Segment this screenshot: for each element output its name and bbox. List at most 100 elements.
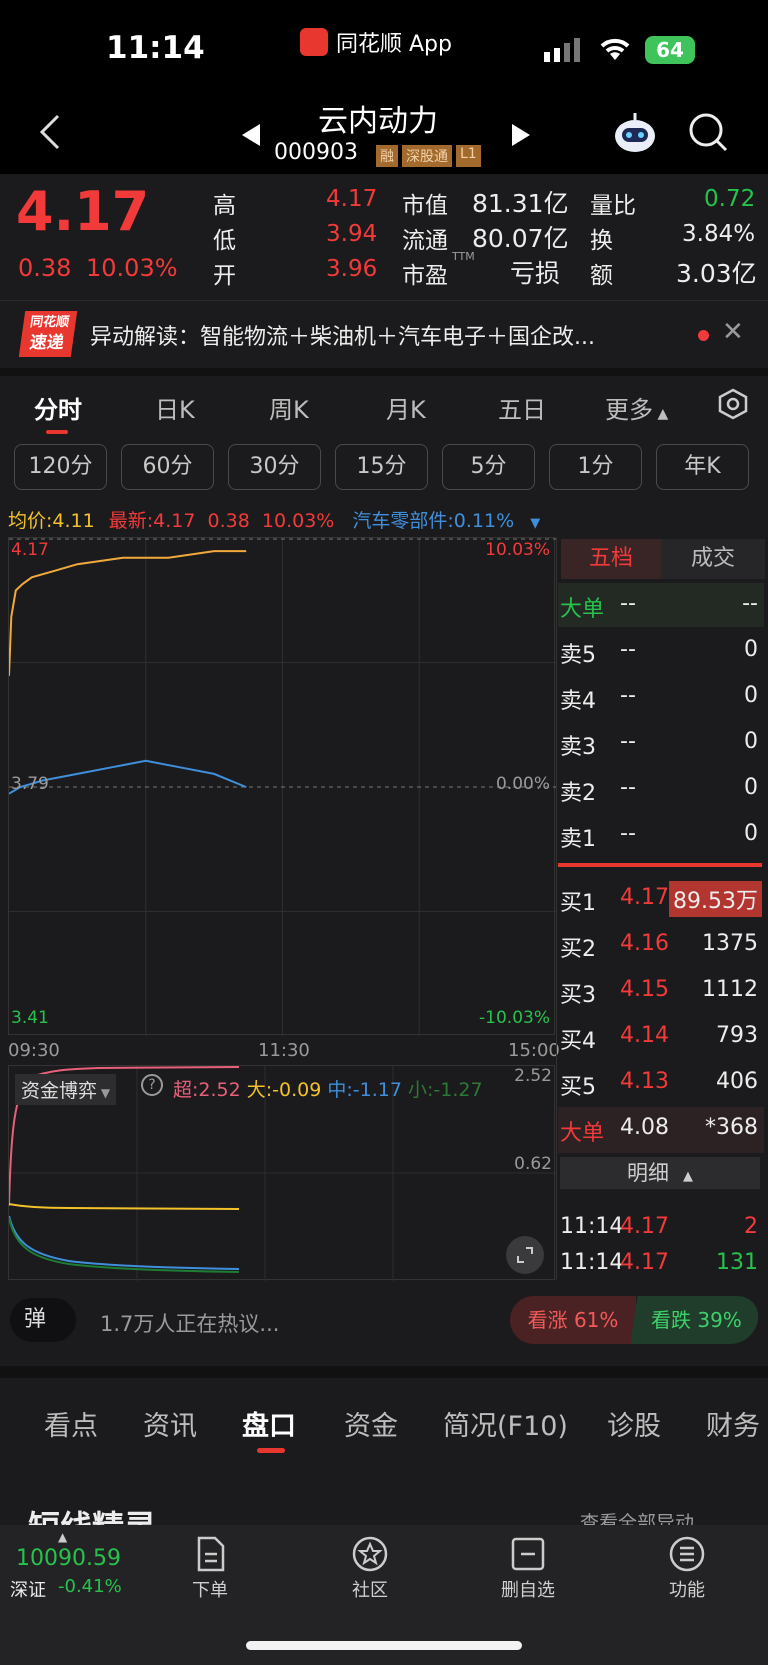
- capital-selector-label: 资金博弈: [21, 1080, 98, 1102]
- tab-more[interactable]: 更多 ▲: [605, 390, 668, 425]
- sector-label[interactable]: 汽车零部件:: [352, 510, 453, 532]
- data-point: [213, 773, 215, 775]
- nav-order[interactable]: 下单: [160, 1536, 260, 1602]
- period-year-k-button[interactable]: 年K: [656, 444, 749, 490]
- tab-weekly-k[interactable]: 周K: [269, 390, 309, 425]
- period-15min-button[interactable]: 15分: [335, 444, 428, 490]
- buy-row-4[interactable]: 买4 4.14 793: [558, 1015, 764, 1061]
- tab-diagnosis[interactable]: 诊股: [607, 1404, 661, 1443]
- index-up-arrow: ▲: [58, 1530, 68, 1544]
- buy-price: 4.14: [620, 1023, 669, 1048]
- stat-value-amount: 3.03亿: [676, 259, 757, 288]
- prev-stock-button[interactable]: [240, 122, 262, 152]
- tag-level: L1: [456, 145, 481, 167]
- ticker-unread-dot: [698, 330, 709, 341]
- chart-top-pct: 10.03%: [485, 540, 550, 560]
- sector-dropdown-icon[interactable]: ▼: [530, 516, 540, 531]
- tab-five-day[interactable]: 五日: [498, 390, 546, 425]
- data-point: [76, 563, 78, 565]
- tab-financials[interactable]: 财务: [706, 1404, 760, 1443]
- news-ticker[interactable]: 同花顺 速递 异动解读：智能物流＋柴油机＋汽车电子＋国企改... ✕: [0, 300, 768, 368]
- help-icon[interactable]: ?: [141, 1074, 163, 1096]
- nav-functions[interactable]: 功能: [637, 1536, 737, 1602]
- data-point: [54, 570, 56, 572]
- period-60min-button[interactable]: 60分: [121, 444, 214, 490]
- next-stock-button[interactable]: [510, 122, 532, 152]
- data-point: [31, 576, 33, 578]
- data-point: [76, 773, 78, 775]
- index-pct: -0.41%: [58, 1576, 122, 1597]
- ticker-text: 异动解读：智能物流＋柴油机＋汽车电子＋国企改...: [90, 325, 595, 350]
- index-value: 10090.59: [16, 1546, 121, 1571]
- stat-value-turnover: 3.84%: [682, 221, 756, 247]
- tab-news[interactable]: 资讯: [143, 1404, 197, 1443]
- stat-value-open: 3.96: [326, 256, 378, 282]
- sector-pct[interactable]: 0.11%: [454, 510, 514, 532]
- trade-price: 4.17: [620, 1250, 669, 1275]
- tab-trades[interactable]: 成交: [661, 539, 765, 579]
- order-doc-icon: [197, 1536, 225, 1572]
- nav-remove-watchlist[interactable]: 删自选: [478, 1536, 578, 1602]
- section-link[interactable]: 查看全部异动: [580, 1508, 694, 1525]
- stock-code: 000903: [274, 140, 358, 165]
- sell-label: 卖1: [560, 827, 596, 852]
- capital-selector[interactable]: 资金博弈 ▼: [15, 1074, 117, 1105]
- ticker-logo-bottom: 速递: [28, 333, 66, 353]
- period-1min-button[interactable]: 1分: [549, 444, 642, 490]
- bearish-button[interactable]: 看跌 39%: [630, 1296, 762, 1344]
- trade-time: 11:14: [560, 1214, 624, 1239]
- period-5min-button[interactable]: 5分: [442, 444, 535, 490]
- bullish-button[interactable]: 看涨 61%: [510, 1296, 636, 1344]
- settings-hex-icon[interactable]: [717, 388, 749, 424]
- search-icon[interactable]: [688, 112, 730, 158]
- back-button[interactable]: [36, 112, 62, 156]
- sell-label: 卖2: [560, 781, 596, 806]
- buy-row-1[interactable]: 买1 4.17 89.53万: [558, 877, 764, 923]
- sell-price: --: [620, 729, 636, 754]
- sell-row-4[interactable]: 卖4 -- 0: [558, 675, 764, 721]
- buy-label: 买4: [560, 1029, 596, 1054]
- bullish-label: 看涨 61%: [527, 1308, 619, 1332]
- tab-intraday[interactable]: 分时: [34, 390, 82, 425]
- buy-vol: 1375: [702, 931, 758, 956]
- period-120min-button[interactable]: 120分: [14, 444, 107, 490]
- tab-daily-k[interactable]: 日K: [155, 390, 195, 425]
- stat-value-low: 3.94: [326, 221, 378, 247]
- sell-price: --: [620, 637, 636, 662]
- danmaku-badge[interactable]: 弹: [10, 1298, 76, 1342]
- expand-icon[interactable]: [506, 1236, 544, 1274]
- tab-funds[interactable]: 资金: [344, 1404, 398, 1443]
- capital-game-chart[interactable]: 资金博弈 ▼ ? 超:2.52 大:-0.09 中:-1.17 小:-1.27 …: [8, 1065, 556, 1281]
- capital-legend: 超:2.52 大:-0.09 中:-1.17 小:-1.27: [173, 1075, 483, 1102]
- tab-monthly-k[interactable]: 月K: [386, 390, 426, 425]
- sell-row-3[interactable]: 卖3 -- 0: [558, 721, 764, 767]
- capital-scale-top: 2.52: [514, 1066, 552, 1086]
- discussion-bar[interactable]: 弹 1.7万人正在热议... 看涨 61% 看跌 39%: [0, 1286, 768, 1366]
- intraday-chart[interactable]: 4.17 10.03% 3.79 0.00% 3.41 -10.03%: [8, 537, 556, 1036]
- sell-row-1[interactable]: 卖1 -- 0: [558, 813, 764, 859]
- tab-trades-label: 成交: [690, 546, 735, 571]
- big-order-top-vol: --: [742, 591, 758, 616]
- buy-row-5[interactable]: 买5 4.13 406: [558, 1061, 764, 1107]
- current-price: 4.17: [16, 180, 150, 243]
- buy-row-2[interactable]: 买2 4.16 1375: [558, 923, 764, 969]
- sell-row-5[interactable]: 卖5 -- 0: [558, 629, 764, 675]
- ticker-close-icon[interactable]: ✕: [722, 317, 744, 347]
- nav-order-label: 下单: [192, 1580, 228, 1601]
- tab-f10[interactable]: 简况(F10): [443, 1404, 568, 1443]
- trade-row: 11:14 4.17 131: [558, 1242, 764, 1288]
- stock-name: 云内动力: [318, 104, 438, 139]
- app-badge[interactable]: 同花顺 App: [300, 26, 452, 58]
- index-widget[interactable]: ▲ 10090.59 深证 -0.41%: [10, 1530, 160, 1601]
- detail-toggle[interactable]: 明细 ▲: [560, 1157, 760, 1189]
- tab-order-board[interactable]: 盘口: [242, 1404, 296, 1443]
- tab-five-levels[interactable]: 五档: [561, 539, 661, 579]
- buy-row-3[interactable]: 买3 4.15 1112: [558, 969, 764, 1015]
- robot-assistant-icon[interactable]: [612, 110, 658, 158]
- trade-time: 11:14: [560, 1250, 624, 1275]
- tab-highlights[interactable]: 看点: [44, 1404, 98, 1443]
- nav-community[interactable]: 社区: [320, 1536, 420, 1602]
- sell-price: --: [620, 775, 636, 800]
- period-30min-button[interactable]: 30分: [228, 444, 321, 490]
- sell-row-2[interactable]: 卖2 -- 0: [558, 767, 764, 813]
